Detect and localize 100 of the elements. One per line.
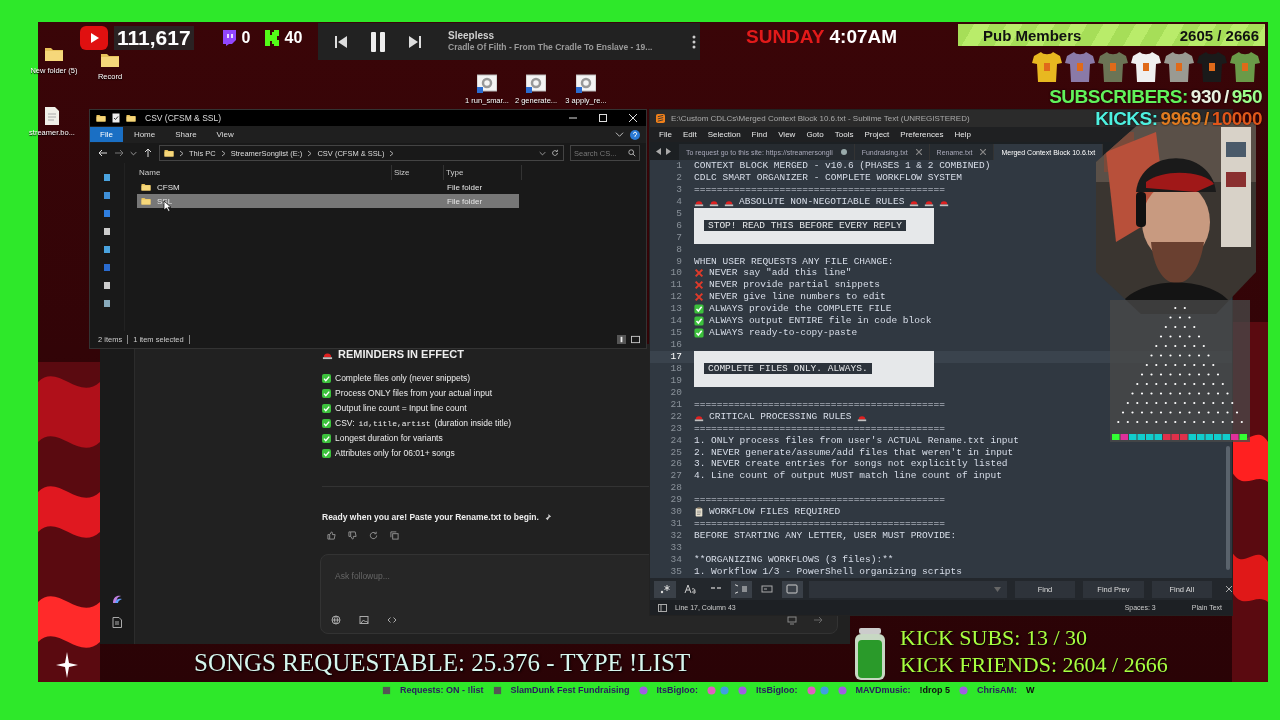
menu-item[interactable]: Tools [834,130,854,139]
code-icon[interactable] [387,615,397,625]
ticker-text: Requests: ON - !list [400,685,484,695]
thumbs-down-icon[interactable] [348,531,357,540]
chevron-right-icon [179,149,184,157]
folder-icon[interactable] [96,113,106,123]
file-row[interactable]: CFSM File folder [137,180,519,194]
previous-track-icon[interactable] [334,34,348,49]
k-logo-icon [264,30,279,46]
ribbon-tab[interactable]: Share [166,127,206,142]
ticker-text: SlamDunk Fest Fundraising [510,685,630,695]
chevron-right-icon [389,149,395,157]
refresh-icon[interactable] [369,531,378,540]
selection-icon[interactable] [760,583,773,595]
menu-item[interactable]: Project [864,130,890,139]
code-text: CDLC SMART ORGANIZER - COMPLETE WORKFLOW SYSTEM [694,171,962,184]
chevron-down-icon[interactable] [539,149,546,157]
folder-icon[interactable] [126,113,136,123]
column-header[interactable]: Type [444,165,522,180]
checkbox[interactable] [322,388,331,398]
menu-item[interactable]: View [778,130,796,139]
tiles-view-icon[interactable] [631,334,640,344]
line-number: 11 [669,279,683,292]
case-icon[interactable] [684,583,697,595]
line-number: 22 [669,410,683,423]
help-icon[interactable] [630,129,640,140]
ribbon-tab[interactable]: File [90,127,123,142]
details-view-icon[interactable] [617,334,626,344]
wrap-icon[interactable] [735,583,748,595]
gear-icon[interactable] [477,74,497,94]
folder-icon [141,196,151,206]
column-header[interactable]: Size [392,165,444,180]
code-text: NEVER provide partial snippets [709,279,881,292]
menu-item[interactable]: Find [751,130,768,139]
checkbox[interactable] [322,418,331,428]
chat-username: ItsBigIoo: [656,685,699,695]
chevron-down-icon[interactable] [615,130,624,139]
panel-toggle-icon[interactable] [658,603,667,612]
ribbon-tab[interactable]: Home [124,127,165,142]
document-icon[interactable] [112,617,122,628]
gear-icon[interactable] [526,74,546,94]
chat-text: !drop 5 [919,685,950,695]
close-icon[interactable] [1225,586,1232,592]
checkbox[interactable] [322,433,331,443]
menu-item[interactable]: File [659,130,672,139]
send-icon[interactable] [813,615,823,625]
highlight-icon[interactable] [786,583,799,595]
checklist-item: Complete files only (never snippets) [335,373,471,383]
menu-item[interactable]: Preferences [900,130,944,139]
back-arrow-icon[interactable] [98,148,108,158]
chat-bubble-icon [221,30,236,46]
regex-icon[interactable] [658,583,671,595]
note-icon [382,685,391,695]
screen-icon[interactable] [787,615,797,625]
clock-time: 4:07AM [829,26,898,48]
code-text: NEVER give line numbers to edit [709,291,886,304]
chevron-down-icon[interactable] [130,149,137,157]
line-number: 16 [669,339,683,351]
image-icon[interactable] [359,615,369,625]
next-track-icon[interactable] [408,34,422,49]
up-arrow-icon[interactable] [143,148,153,158]
column-header[interactable]: Name [137,165,392,180]
document-icon[interactable] [42,106,62,126]
line-number: 28 [669,482,683,495]
line-number: 13 [669,303,683,316]
line-number: 2 [675,171,683,184]
more-options-icon[interactable] [692,34,696,49]
menu-item[interactable]: Goto [806,130,824,139]
checkbox[interactable] [322,373,331,383]
right-arrow-icon[interactable] [665,148,671,155]
goal-target: 10000 [1211,108,1262,130]
menu-item[interactable]: Help [954,130,971,139]
search-icon[interactable] [628,149,636,157]
line-number: 17 [669,351,683,363]
globe-icon[interactable] [331,615,341,625]
chevron-right-icon [307,149,313,157]
pause-icon[interactable] [370,30,386,53]
code-text: ============================================ [694,494,945,507]
find-field[interactable] [809,580,1007,598]
menu-item[interactable]: Edit [682,130,697,139]
thumbs-up-icon[interactable] [327,531,336,540]
gear-icon[interactable] [576,74,596,94]
scrollbar-thumb[interactable] [1226,446,1230,570]
refresh-icon[interactable] [551,149,559,157]
chevron-right-icon [220,149,226,157]
swirl-icon[interactable] [111,593,123,605]
checklist-icon[interactable] [111,113,121,123]
goal-count: 2605 / 2666 [1179,26,1259,44]
checklist-item: Output line count = Input line count [335,403,467,413]
maximize-icon[interactable] [598,113,608,123]
line-number: 21 [669,398,683,411]
checkbox[interactable] [322,448,331,458]
menu-item[interactable]: Selection [707,130,741,139]
checkbox[interactable] [322,403,331,413]
goal-separator: / [1224,86,1229,108]
ribbon-tab[interactable]: View [207,127,243,142]
forward-arrow-icon[interactable] [114,148,124,158]
code-text: 4. Line count of output MUST match line count of input [694,470,1002,483]
copy-icon[interactable] [390,531,399,540]
left-arrow-icon[interactable] [656,148,662,155]
